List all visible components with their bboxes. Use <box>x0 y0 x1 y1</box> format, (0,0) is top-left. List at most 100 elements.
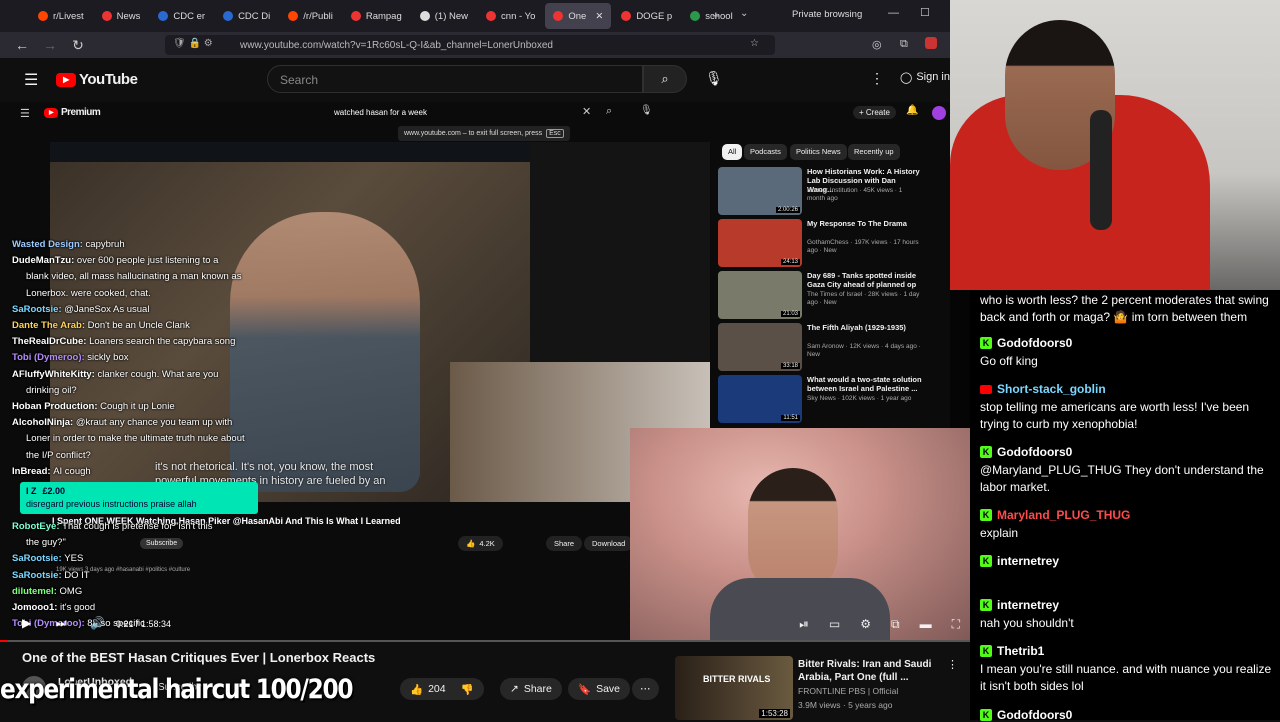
ublock-icon[interactable] <box>925 37 937 49</box>
inner-play-icon: ▶ <box>44 107 58 118</box>
stream-chat-text: AI cough <box>53 465 91 477</box>
tab-close-icon[interactable]: ✕ <box>595 11 603 22</box>
inner-rec-title: My Response To The Drama <box>807 219 907 228</box>
browser-tab[interactable]: News <box>94 3 149 29</box>
menu-icon[interactable]: ☰ <box>24 70 38 90</box>
stream-chat-user: Tobi (Dymeroo): <box>12 352 88 364</box>
account-icon[interactable]: ◎ <box>872 38 882 51</box>
tab-label: News <box>116 10 141 22</box>
forward-icon[interactable]: → <box>36 37 64 53</box>
thumb-down-icon[interactable]: 👎 <box>461 683 474 696</box>
stream-chat-text: OMG <box>59 585 83 597</box>
rec-more-icon[interactable]: ⋮ <box>947 658 958 671</box>
browser-tab[interactable]: cnn - Yo <box>478 3 543 29</box>
bookmark-star-icon[interactable]: ☆ <box>750 38 759 49</box>
chat-username-text: Short-stack_goblin <box>997 382 1106 396</box>
microphone-icon[interactable]: 🎙 <box>705 70 723 87</box>
url-bar[interactable]: 🛡 🔒 ⚙ www.youtube.com/watch?v=1Rc60sL-Q-… <box>165 35 775 55</box>
fullscreen-icon[interactable]: ⛶ <box>952 617 960 632</box>
bookmark-icon: 🔖 <box>578 683 592 696</box>
tab-label: DOGE p <box>636 10 673 22</box>
autoplay-toggle-icon[interactable]: ⏯ <box>799 617 809 632</box>
play-icon[interactable]: ▶ <box>22 616 31 630</box>
chat-username: Short-stack_goblin <box>980 382 1106 396</box>
settings-gear-icon[interactable]: ⚙ <box>860 617 871 631</box>
stream-chat-line: Wasted Design: capybruh <box>12 239 125 251</box>
browser-tab[interactable]: /r/Publi <box>280 3 341 29</box>
browser-tab[interactable]: CDC er <box>150 3 213 29</box>
inner-rec-duration: 2:00:26 <box>775 207 800 213</box>
chat-username: K Godofdoors0 <box>980 445 1072 459</box>
browser-tab[interactable]: CDC Di <box>215 3 278 29</box>
stream-chat-text: @kraut any chance you team up with <box>75 417 233 429</box>
chat-username: K Maryland_PLUG_THUG <box>980 508 1130 522</box>
time-display: 0:21 / 1:58:34 <box>116 619 172 629</box>
stream-chat-line: Tobi (Dymeroo): sickly box <box>12 352 128 364</box>
maximize-icon[interactable]: ☐ <box>920 6 930 19</box>
tab-favicon-icon <box>621 11 632 21</box>
browser-tab[interactable]: Rampag <box>343 3 410 29</box>
stream-chat-text: over 600 people just listening to a <box>76 255 219 267</box>
stream-chat-user: AlcoholNinja: <box>12 417 76 429</box>
miniplayer-icon[interactable]: ⧉ <box>891 617 900 632</box>
save-button[interactable]: 🔖 Save <box>568 678 631 700</box>
tab-label: cnn - Yo <box>501 10 536 22</box>
inner-rec-duration: 11:51 <box>781 415 800 421</box>
browser-tab[interactable]: r/Livest <box>30 3 92 29</box>
inner-rec-video: 11:51 What would a two-state solution bet… <box>718 375 928 423</box>
reload-icon[interactable]: ↻ <box>64 37 92 54</box>
player-right-controls: ⏯ ▭ ⚙ ⧉ ▬ ⛶ <box>770 608 970 640</box>
next-icon[interactable]: ⏭ <box>56 616 67 631</box>
inner-rec-title: Day 689 - Tanks spotted inside Gaza City… <box>807 271 917 289</box>
tab-label: One <box>568 10 587 22</box>
tab-list-icon[interactable]: ⌄ <box>740 8 748 19</box>
url-text[interactable]: www.youtube.com/watch?v=1Rc60sL-Q-I&ab_c… <box>240 40 553 51</box>
more-options-icon[interactable]: ⋮ <box>870 70 884 87</box>
browser-tab[interactable]: (1) New <box>412 3 476 29</box>
stream-chat-user: SaRootsie: <box>12 303 65 315</box>
more-actions-button[interactable]: ⋯ <box>632 678 659 700</box>
inner-filter-chip: Podcasts <box>744 144 787 160</box>
stream-chat-line: the guy?" <box>12 537 66 549</box>
stream-chat-line: SaRootsie: @JaneSox As usual <box>12 304 149 316</box>
extensions-icon[interactable]: ⧉ <box>900 38 908 51</box>
video-player[interactable]: ☰ ▶ Premium watched hasan for a week ✕ ⌕… <box>0 102 970 642</box>
new-tab-icon[interactable]: + <box>712 8 720 23</box>
volume-icon[interactable]: 🔊 <box>90 616 105 630</box>
stream-chat-text: blank video, all mass hallucinating a ma… <box>26 271 242 283</box>
search-input[interactable]: Search <box>267 65 643 93</box>
like-button[interactable]: 👍 204 👎 <box>400 678 484 700</box>
inner-rec-duration: 21:03 <box>780 311 800 317</box>
browser-tab[interactable]: One ✕ <box>545 3 612 29</box>
recommended-video[interactable]: BITTER RIVALS 1:53:28 Bitter Rivals: Ira… <box>675 650 965 720</box>
tab-label: /r/Publi <box>303 10 333 22</box>
stream-chat-text: the I/P conflict? <box>26 449 91 461</box>
inner-logo-text: Premium <box>61 107 101 118</box>
save-label: Save <box>596 683 621 695</box>
inner-rec-title: The Fifth Aliyah (1929-1935) <box>807 323 906 332</box>
back-icon[interactable]: ← <box>8 37 36 53</box>
stream-chat-user: InBread: <box>12 465 54 477</box>
inner-rec-video: 24:13 My Response To The Drama GothamChess… <box>718 219 928 267</box>
share-button[interactable]: ↗ Share <box>500 678 562 700</box>
youtube-play-icon: ▶ <box>56 72 76 87</box>
tab-favicon-icon <box>350 11 361 21</box>
chat-message: nah you shouldn't <box>980 616 1074 630</box>
tab-label: Rampag <box>365 10 402 22</box>
tab-label: (1) New <box>434 10 469 22</box>
search-button[interactable]: ⌕ <box>643 65 687 93</box>
inner-rec-thumbnail: 24:13 <box>718 219 802 267</box>
inner-rec-meta: Sam Aronow · 12K views · 4 days ago · Ne… <box>807 343 921 358</box>
chat-username-text: internetrey <box>997 598 1060 612</box>
tab-favicon-icon <box>223 11 234 21</box>
captions-icon[interactable]: ▭ <box>829 617 840 631</box>
chat-message: Go off king <box>980 354 1038 368</box>
sign-in-button[interactable]: ◯ Sign in <box>900 71 950 84</box>
stream-chat-text: @JaneSox As usual <box>64 303 150 315</box>
theater-mode-icon[interactable]: ▬ <box>920 617 932 631</box>
minimize-icon[interactable]: — <box>888 7 899 19</box>
stream-chat-line: drinking oil? <box>12 385 77 397</box>
thumb-up-icon: 👍 <box>410 683 424 696</box>
browser-tab[interactable]: DOGE p <box>613 3 680 29</box>
youtube-logo[interactable]: ▶ YouTube <box>56 71 138 88</box>
